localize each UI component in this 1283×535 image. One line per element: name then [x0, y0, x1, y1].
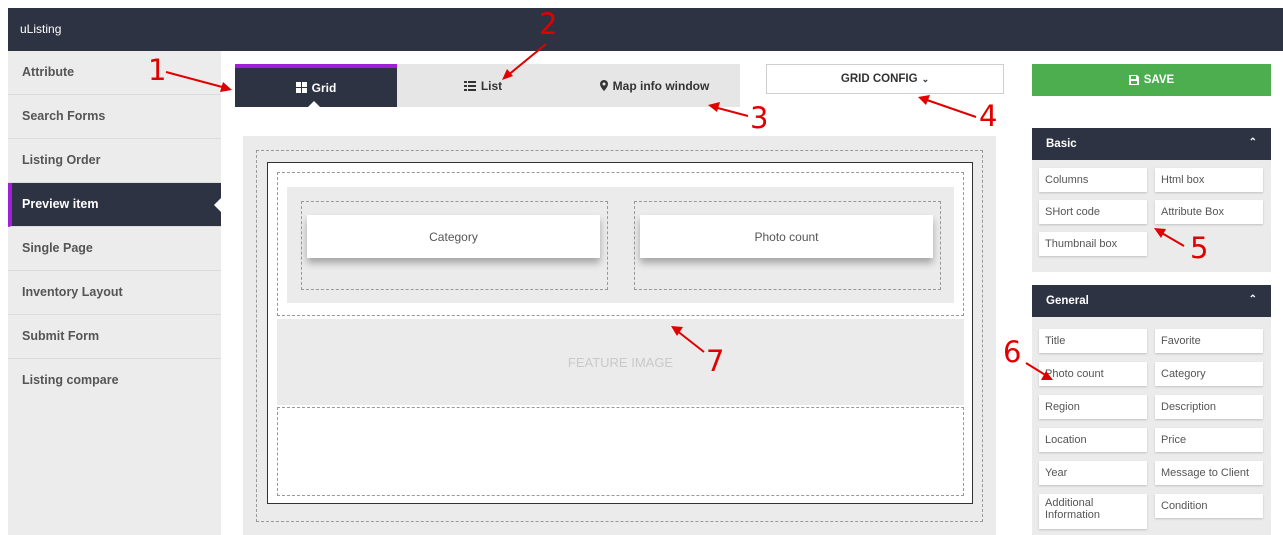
element-description[interactable]: Description: [1155, 395, 1263, 419]
element-additional-information[interactable]: Additional Information: [1039, 494, 1147, 529]
sidebar-item-inventory-layout[interactable]: Inventory Layout: [8, 271, 221, 315]
element-photo-count[interactable]: Photo count: [640, 215, 933, 258]
column-right: Photo count: [634, 201, 941, 290]
feature-image-placeholder: FEATURE IMAGE: [277, 319, 964, 405]
basic-panel-header[interactable]: Basic ⌃: [1032, 128, 1271, 160]
chevron-up-icon: ⌃: [1248, 294, 1257, 305]
annotation-label-4: 4: [979, 99, 998, 133]
grid-icon: [295, 82, 307, 93]
card-bottom-zone[interactable]: [277, 407, 964, 496]
tab-grid[interactable]: Grid: [235, 64, 397, 108]
tab-map-info-window-label: Map info window: [612, 78, 710, 93]
top-bar: uListing: [8, 8, 1283, 51]
grid-config-label: GRID CONFIG: [840, 73, 918, 85]
tab-grid-label: Grid: [311, 80, 337, 95]
basic-panel: Basic ⌃ Columns Html box SHort code Attr…: [1032, 128, 1271, 272]
list-icon: [463, 80, 476, 91]
element-photo-count-source[interactable]: Photo count: [1039, 362, 1147, 386]
tab-list[interactable]: List: [397, 64, 569, 107]
chevron-up-icon: ⌃: [1248, 137, 1257, 148]
floppy-icon: [1128, 75, 1139, 85]
save-button[interactable]: SAVE: [1032, 64, 1271, 96]
element-category-source[interactable]: Category: [1155, 362, 1263, 386]
sidebar-item-preview-item[interactable]: Preview item: [8, 183, 221, 227]
grid-config-dropdown[interactable]: GRID CONFIG ⌄: [766, 64, 1004, 94]
annotation-label-5: 5: [1190, 231, 1209, 265]
element-attribute-box[interactable]: Attribute Box: [1155, 200, 1263, 224]
sidebar: Attribute Search Forms Listing Order Pre…: [8, 51, 221, 535]
sidebar-item-attribute[interactable]: Attribute: [8, 51, 221, 95]
sidebar-item-search-forms[interactable]: Search Forms: [8, 95, 221, 139]
element-columns[interactable]: Columns: [1039, 168, 1147, 192]
annotation-label-1: 1: [148, 53, 167, 87]
app-title: uListing: [20, 22, 62, 36]
card-top-zone: Category Photo count: [277, 172, 964, 316]
annotation-label-3: 3: [750, 101, 769, 135]
element-short-code[interactable]: SHort code: [1039, 200, 1147, 224]
annotation-label-7: 7: [706, 344, 725, 378]
general-panel: General ⌃ Title Favorite Photo count Cat…: [1032, 285, 1271, 535]
element-price[interactable]: Price: [1155, 428, 1263, 452]
general-panel-title: General: [1046, 295, 1089, 307]
preview-card: Category Photo count FEATURE IMAGE: [267, 162, 973, 504]
chevron-down-icon: ⌄: [921, 73, 930, 84]
element-region[interactable]: Region: [1039, 395, 1147, 419]
column-left: Category: [301, 201, 608, 290]
preview-canvas: Category Photo count FEATURE IMAGE: [243, 136, 996, 535]
general-panel-header[interactable]: General ⌃: [1032, 285, 1271, 317]
layout-tabs: Grid List Map info window: [235, 64, 740, 108]
element-condition[interactable]: Condition: [1155, 494, 1263, 518]
map-marker-icon: [599, 80, 608, 91]
element-thumbnail-box[interactable]: Thumbnail box: [1039, 232, 1147, 256]
element-year[interactable]: Year: [1039, 461, 1147, 485]
sidebar-item-listing-order[interactable]: Listing Order: [8, 139, 221, 183]
tab-list-label: List: [480, 78, 503, 93]
annotation-label-2: 2: [539, 7, 558, 41]
columns-row: Category Photo count: [287, 187, 954, 303]
element-html-box[interactable]: Html box: [1155, 168, 1263, 192]
element-title[interactable]: Title: [1039, 329, 1147, 353]
element-favorite[interactable]: Favorite: [1155, 329, 1263, 353]
sidebar-item-single-page[interactable]: Single Page: [8, 227, 221, 271]
element-location[interactable]: Location: [1039, 428, 1147, 452]
basic-panel-title: Basic: [1046, 138, 1077, 150]
sidebar-item-submit-form[interactable]: Submit Form: [8, 315, 221, 359]
sidebar-item-listing-compare[interactable]: Listing compare: [8, 359, 221, 403]
tab-map-info-window[interactable]: Map info window: [569, 64, 740, 107]
app-window: uListing Attribute Search Forms Listing …: [8, 8, 1283, 535]
element-category[interactable]: Category: [307, 215, 600, 258]
annotation-label-6: 6: [1003, 335, 1022, 369]
save-label: SAVE: [1143, 74, 1175, 86]
element-message-to-client[interactable]: Message to Client: [1155, 461, 1263, 485]
